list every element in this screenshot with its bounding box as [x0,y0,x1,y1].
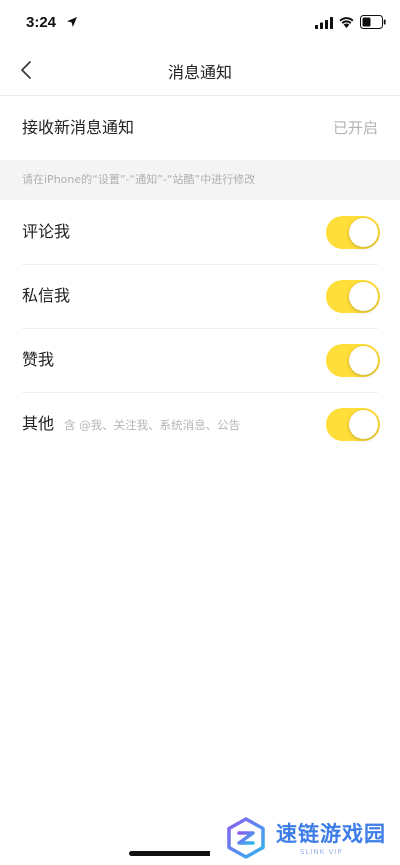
receive-notifications-label: 接收新消息通知 [22,118,135,137]
receive-notifications-status: 已开启 [332,119,378,137]
setting-sublabel-other: 含 @我、关注我、系统消息、公告 [64,418,241,432]
receive-notifications-row[interactable]: 接收新消息通知 已开启 [0,96,400,160]
navigation-bar: 消息通知 [0,44,400,96]
toggle-comments[interactable] [326,216,380,249]
toggle-likes[interactable] [326,344,380,377]
watermark-subtitle: SLINK VIP [300,848,343,856]
setting-label-likes: 赞我 [22,350,55,369]
setting-label-comments: 评论我 [22,222,71,241]
setting-row-other: 其他含 @我、关注我、系统消息、公告 [0,392,400,456]
settings-hint-text: 请在iPhone的“设置”-“通知”-“站酷”中进行修改 [22,173,256,186]
toggle-other[interactable] [326,408,380,441]
toggle-knob [349,410,378,439]
setting-row-private-messages: 私信我 [0,264,400,328]
setting-row-likes: 赞我 [0,328,400,392]
status-bar: 3:24 [0,0,400,44]
cellular-signal-icon [315,17,333,29]
setting-row-comments: 评论我 [0,200,400,264]
toggle-knob [349,282,378,311]
wifi-icon [339,17,354,28]
settings-hint-bar: 请在iPhone的“设置”-“通知”-“站酷”中进行修改 [0,160,400,200]
toggle-knob [349,346,378,375]
toggle-private-messages[interactable] [326,280,380,313]
watermark-logo-icon [227,817,265,859]
watermark-title: 速链游戏园 [276,822,386,846]
location-arrow-icon [67,17,77,27]
toggle-knob [349,218,378,247]
page-title: 消息通知 [167,63,232,82]
watermark: 速链游戏园 SLINK VIP [210,812,400,865]
status-time: 3:24 [26,14,57,31]
battery-icon [360,15,386,29]
setting-label-private-messages: 私信我 [22,286,71,305]
setting-label-other: 其他 [22,414,55,433]
